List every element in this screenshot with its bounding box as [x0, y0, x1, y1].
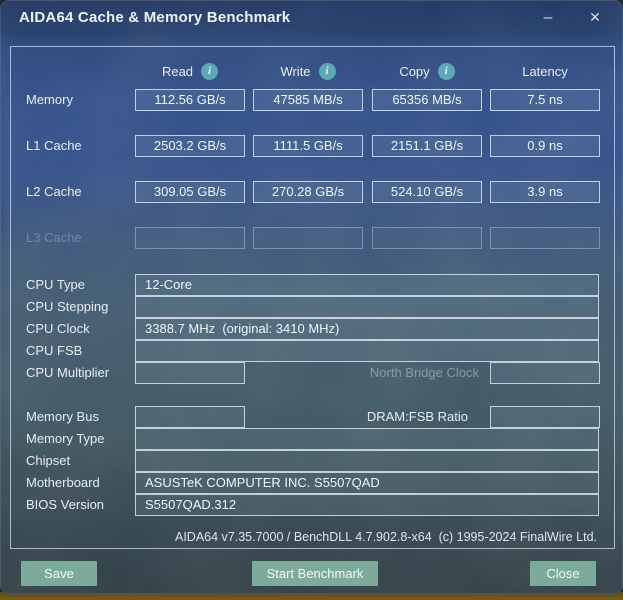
row-label-cpu-type: CPU Type [26, 277, 86, 292]
field-memory-bus [135, 406, 245, 428]
column-header-latency: Latency [522, 63, 568, 79]
info-icon[interactable]: i [318, 62, 336, 80]
field-bios-version: S5507QAD.312 [135, 494, 599, 516]
row-label-motherboard: Motherboard [26, 475, 100, 490]
benchmark-cell: 112.56 GB/s [135, 89, 245, 111]
row-label-chipset: Chipset [26, 453, 71, 468]
column-header-read: Read i [135, 61, 245, 81]
row-label-cpu-multiplier: CPU Multiplier [26, 365, 110, 380]
benchmark-cell: 7.5 ns [490, 89, 600, 111]
titlebar: AIDA64 Cache & Memory Benchmark – ✕ [1, 1, 622, 34]
row-label-l2-cache: L2 Cache [26, 184, 82, 199]
row-label-cpu-fsb: CPU FSB [26, 343, 83, 358]
benchmark-cell [253, 227, 363, 249]
minimize-icon[interactable]: – [533, 3, 563, 32]
version-copyright-line: AIDA64 v7.35.7000 / BenchDLL 4.7.902.8-x… [174, 530, 597, 544]
row-label-memory-type: Memory Type [26, 431, 105, 446]
field-cpu-fsb [135, 340, 599, 362]
field-north-bridge-clock [490, 362, 600, 384]
row-label-cpu-clock: CPU Clock [26, 321, 90, 336]
benchmark-cell [135, 227, 245, 249]
row-label-memory: Memory [26, 92, 73, 107]
save-button[interactable]: Save [21, 561, 97, 586]
benchmark-cell: 2151.1 GB/s [372, 135, 482, 157]
benchmark-cell: 0.9 ns [490, 135, 600, 157]
benchmark-cell [490, 227, 600, 249]
benchmark-cell: 1111.5 GB/s [253, 135, 363, 157]
benchmark-cell: 309.05 GB/s [135, 181, 245, 203]
column-header-write: Write i [253, 61, 363, 81]
field-cpu-multiplier [135, 362, 245, 384]
field-chipset [135, 450, 599, 472]
benchmark-cell: 3.9 ns [490, 181, 600, 203]
field-motherboard: ASUSTeK COMPUTER INC. S5507QAD [135, 472, 599, 494]
field-memory-type [135, 428, 599, 450]
column-header-copy: Copy i [372, 61, 482, 81]
field-dram-fsb-ratio [490, 406, 600, 428]
info-icon[interactable]: i [437, 62, 455, 80]
benchmark-cell: 65356 MB/s [372, 89, 482, 111]
row-label-l1-cache: L1 Cache [26, 138, 82, 153]
field-cpu-clock: 3388.7 MHz (original: 3410 MHz) [135, 318, 599, 340]
label-dram-fsb-ratio: DRAM:FSB Ratio [366, 409, 468, 424]
start-benchmark-button[interactable]: Start Benchmark [252, 561, 378, 586]
close-button[interactable]: Close [530, 561, 596, 586]
row-label-cpu-stepping: CPU Stepping [26, 299, 109, 314]
row-label-l3-cache: L3 Cache [26, 230, 82, 245]
row-label-memory-bus: Memory Bus [26, 409, 99, 424]
info-icon[interactable]: i [201, 62, 219, 80]
window-title: AIDA64 Cache & Memory Benchmark [19, 9, 291, 26]
field-cpu-stepping [135, 296, 599, 318]
benchmark-window: AIDA64 Cache & Memory Benchmark – ✕ Read… [0, 0, 623, 594]
row-label-bios-version: BIOS Version [26, 497, 105, 512]
benchmark-cell: 2503.2 GB/s [135, 135, 245, 157]
field-cpu-type: 12-Core [135, 274, 599, 296]
benchmark-cell: 524.10 GB/s [372, 181, 482, 203]
benchmark-cell: 270.28 GB/s [253, 181, 363, 203]
close-icon[interactable]: ✕ [580, 3, 610, 32]
label-north-bridge-clock: North Bridge Clock [369, 365, 479, 380]
benchmark-cell [372, 227, 482, 249]
benchmark-cell: 47585 MB/s [253, 89, 363, 111]
